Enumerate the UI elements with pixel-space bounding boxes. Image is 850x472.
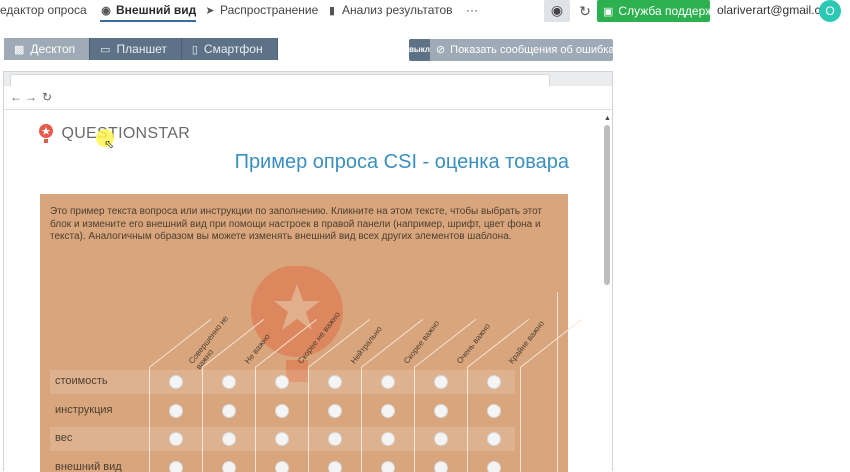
tablet-icon: ▭: [100, 44, 111, 56]
paper-plane-icon: ➤: [205, 5, 215, 17]
column-header: Крайне важно: [507, 319, 547, 366]
radio-option[interactable]: [381, 432, 395, 446]
radio-option[interactable]: [434, 404, 448, 418]
refresh-icon: ↻: [579, 3, 591, 19]
nav-appearance-label: Внешний вид: [116, 3, 197, 17]
column-header: Скорее важно: [402, 318, 442, 366]
chat-icon: ▣: [603, 6, 614, 18]
nav-more-label: ···: [466, 3, 478, 17]
nav-more[interactable]: ···: [466, 0, 478, 22]
grid-line: [520, 367, 521, 472]
bar-chart-icon: ▮: [328, 5, 336, 17]
device-switcher: ▩ Десктоп ▭ Планшет ▯ Смартфон: [4, 38, 278, 60]
radio-option[interactable]: [169, 404, 183, 418]
radio-option[interactable]: [275, 375, 289, 389]
radio-option[interactable]: [169, 432, 183, 446]
phone-icon: ▯: [191, 44, 198, 56]
logo-text: QUESTIONSTAR: [61, 125, 191, 142]
show-errors-label: Показать сообщения об ошибках: [450, 44, 613, 56]
radio-option[interactable]: [222, 432, 236, 446]
preview-browser-frame: ← → ↻ QUESTIONSTAR Пример опроса CSI - о…: [3, 71, 613, 472]
radio-option[interactable]: [328, 375, 342, 389]
radio-option[interactable]: [275, 432, 289, 446]
survey-title[interactable]: Пример опроса CSI - оценка товара: [4, 151, 569, 174]
grid-line: [557, 292, 558, 472]
avatar[interactable]: O: [819, 0, 841, 22]
radio-option[interactable]: [487, 375, 501, 389]
eye-icon: ◉: [550, 2, 564, 18]
nav-editor-label: едактор опроса: [0, 3, 87, 17]
eye-slash-icon: ⊘: [435, 44, 446, 56]
radio-option[interactable]: [328, 432, 342, 446]
radio-option[interactable]: [222, 404, 236, 418]
logo-mark-icon: [39, 124, 53, 143]
radio-option[interactable]: [328, 404, 342, 418]
browser-tab-strip: [4, 72, 612, 86]
device-tablet-button[interactable]: ▭ Планшет: [90, 38, 182, 60]
question-intro-text[interactable]: Это пример текста вопроса или инструкции…: [50, 206, 555, 244]
support-button[interactable]: ▣ Служба поддержки: [597, 0, 725, 22]
survey-question-card[interactable]: Это пример текста вопроса или инструкции…: [40, 194, 583, 472]
nav-analysis[interactable]: ▮ Анализ результатов: [326, 0, 453, 22]
radio-option[interactable]: [487, 404, 501, 418]
monitor-icon: ▩: [14, 44, 25, 56]
show-errors-button[interactable]: ⊘ Показать сообщения об ошибках: [429, 39, 613, 61]
nav-distribution[interactable]: ➤ Распространение: [204, 0, 318, 22]
row-label: вес: [55, 432, 73, 444]
nav-distribution-label: Распространение: [220, 3, 319, 17]
browser-tab: [10, 74, 550, 86]
browser-nav-bar: ← → ↻: [4, 86, 612, 110]
matrix-row: инструкция: [50, 399, 515, 423]
reload-icon: ↻: [42, 90, 53, 104]
radio-option[interactable]: [381, 404, 395, 418]
palette-icon: ◉: [101, 5, 111, 17]
forward-arrow-icon: →: [25, 90, 37, 104]
mouse-cursor-icon: ⬁: [104, 137, 115, 151]
radio-option[interactable]: [434, 375, 448, 389]
column-header: Совершенно не важно: [187, 313, 231, 372]
radio-option[interactable]: [222, 375, 236, 389]
nav-appearance[interactable]: ◉ Внешний вид: [100, 0, 197, 22]
row-label: инструкция: [55, 404, 113, 416]
device-desktop-label: Десктоп: [30, 42, 76, 56]
top-nav: едактор опроса ◉ Внешний вид ➤ Распростран…: [0, 0, 850, 22]
device-tablet-label: Планшет: [116, 42, 167, 56]
radio-option[interactable]: [169, 375, 183, 389]
column-header: Очень важно: [455, 321, 492, 366]
radio-option[interactable]: [381, 375, 395, 389]
matrix-row: стоимость: [50, 370, 515, 394]
support-button-label: Служба поддержки: [618, 4, 726, 18]
nav-editor[interactable]: едактор опроса: [0, 0, 87, 22]
error-messages-toggle[interactable]: выкл ⊘ Показать сообщения об ошибках: [409, 39, 613, 61]
toggle-state-badge: выкл: [409, 39, 430, 61]
device-phone-button[interactable]: ▯ Смартфон: [181, 38, 278, 60]
refresh-button[interactable]: ↻: [576, 1, 594, 21]
matrix-row: вес: [50, 427, 515, 451]
radio-option[interactable]: [487, 432, 501, 446]
device-desktop-button[interactable]: ▩ Десктоп: [4, 38, 91, 60]
back-arrow-icon: ←: [10, 90, 22, 104]
preview-viewport: QUESTIONSTAR Пример опроса CSI - оценка …: [4, 111, 612, 472]
radio-option[interactable]: [275, 404, 289, 418]
matrix-row: внешний вид: [50, 456, 515, 472]
device-phone-label: Смартфон: [203, 42, 263, 56]
nav-analysis-label: Анализ результатов: [342, 3, 453, 17]
scrollbar-thumb[interactable]: [604, 125, 610, 285]
radio-option[interactable]: [434, 432, 448, 446]
row-label: стоимость: [55, 375, 108, 387]
scroll-up-arrow-icon[interactable]: ▲: [604, 115, 611, 122]
preview-eye-button[interactable]: ◉: [544, 0, 570, 22]
